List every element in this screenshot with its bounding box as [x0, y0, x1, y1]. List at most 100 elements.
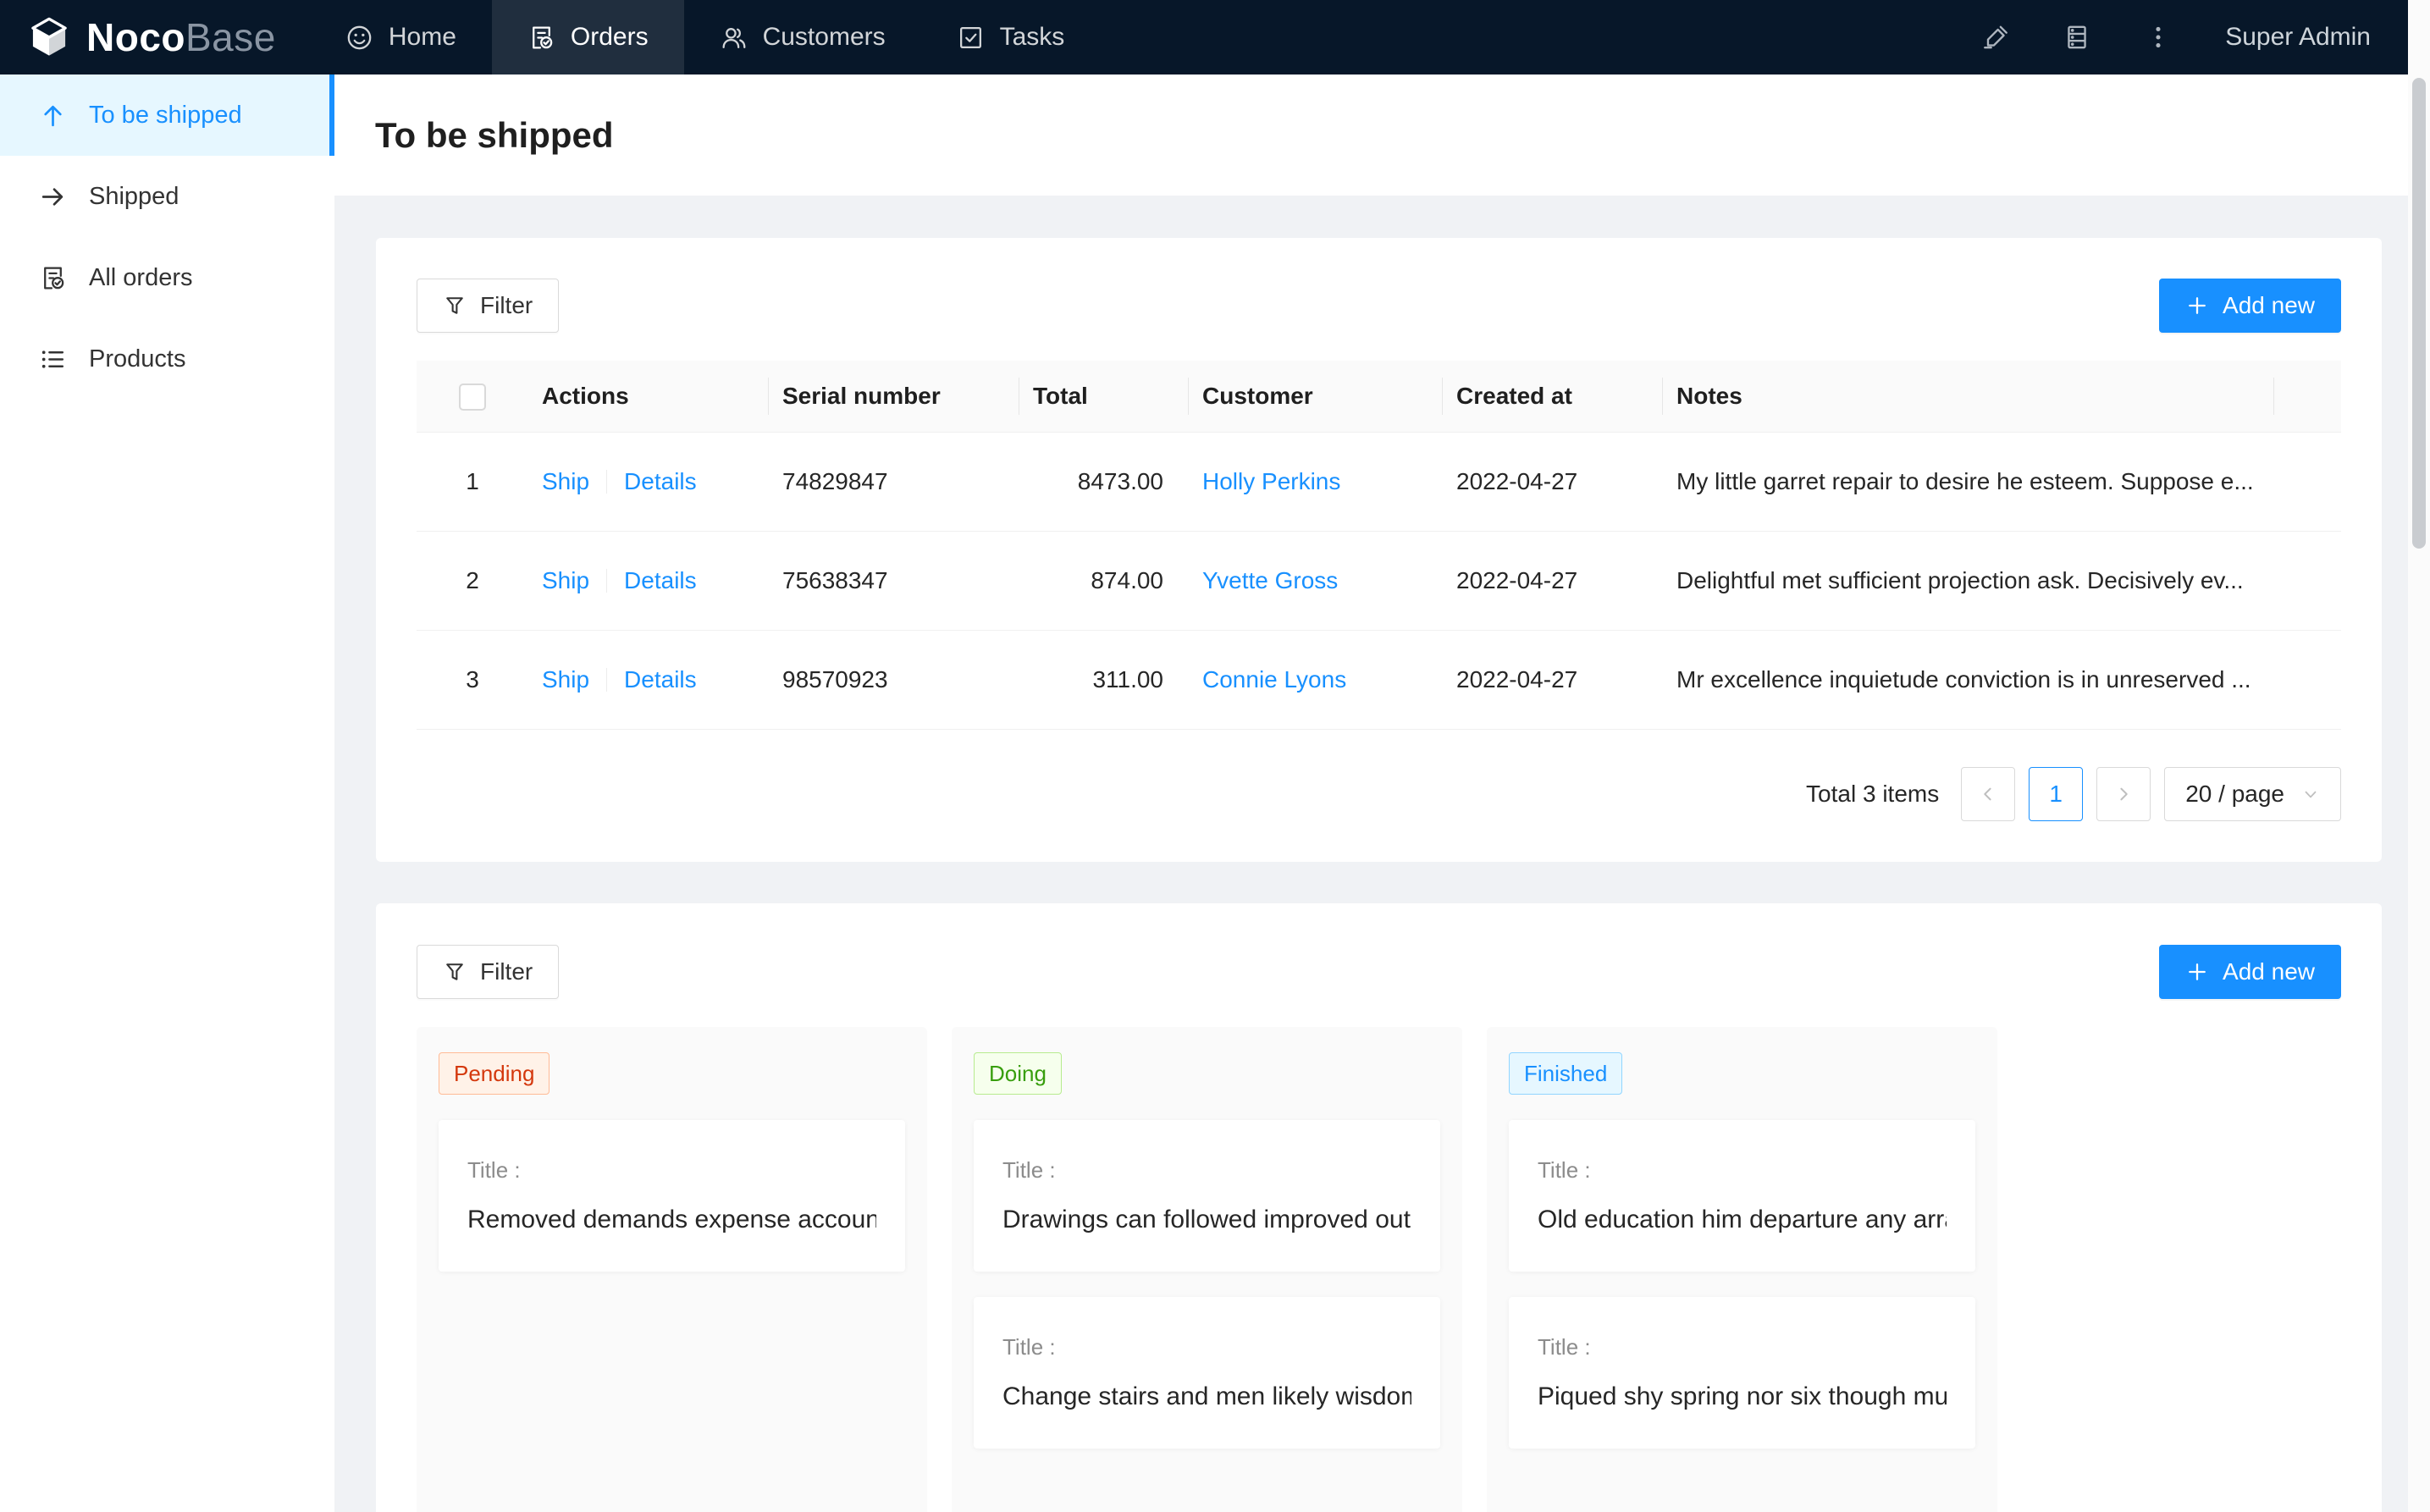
cell-empty — [2274, 531, 2341, 630]
tasks-filter-button[interactable]: Filter — [417, 945, 559, 999]
sidebar-item-shipped[interactable]: Shipped — [0, 156, 334, 237]
scrollbar-thumb[interactable] — [2412, 78, 2426, 549]
row-index: 2 — [417, 531, 528, 630]
nav-item-label: Home — [389, 23, 456, 52]
tasks-add-new-button[interactable]: Add new — [2159, 945, 2341, 999]
cell-empty — [2274, 630, 2341, 729]
kanban-column-finished: Finished Title :Old education him departu… — [1487, 1027, 1997, 1512]
cell-notes: Delightful met sufficient projection ask… — [1663, 531, 2274, 630]
sidebar-item-to-be-shipped[interactable]: To be shipped — [0, 74, 334, 156]
team-icon — [720, 24, 748, 52]
details-link[interactable]: Details — [624, 567, 697, 593]
column-header-label: Total — [1033, 383, 1088, 409]
column-header-label: Created at — [1456, 383, 1572, 409]
customer-link[interactable]: Holly Perkins — [1202, 468, 1340, 494]
nav-menu: Home Orders CustomersTasks — [310, 0, 1100, 74]
arrow-up-icon — [39, 102, 67, 130]
card-field-label: Title : — [1538, 1157, 1947, 1184]
user-menu[interactable]: Super Admin — [2225, 23, 2371, 52]
column-header-total: Total — [1019, 361, 1189, 432]
status-tag-doing: Doing — [974, 1052, 1062, 1095]
highlighter-icon[interactable] — [1981, 23, 2010, 52]
row-index: 3 — [417, 630, 528, 729]
kanban-card[interactable]: Title : Change stairs and men likely wisd… — [974, 1297, 1440, 1449]
status-tag-finished: Finished — [1509, 1052, 1622, 1095]
tasks-toolbar: Filter Add new — [417, 945, 2341, 999]
column-header-created-at: Created at — [1443, 361, 1663, 432]
nav-item-customers[interactable]: Customers — [684, 0, 921, 74]
arrow-right-icon — [39, 183, 67, 211]
ship-link[interactable]: Ship — [542, 567, 589, 593]
pagination-next-button[interactable] — [2096, 767, 2151, 821]
filter-button-label: Filter — [480, 292, 533, 319]
kanban-card[interactable]: Title :Removed demands expense account i… — [439, 1120, 905, 1272]
sidebar-item-label: Shipped — [89, 183, 179, 211]
column-header-actions: Actions — [528, 361, 769, 432]
cell-serial-number: 75638347 — [769, 531, 1019, 630]
kanban-card[interactable]: Title : Piqued shy spring nor six though … — [1509, 1297, 1975, 1449]
kanban-card[interactable]: Title :Old education him departure any a… — [1509, 1120, 1975, 1272]
cell-notes: Mr excellence inquietude conviction is i… — [1663, 630, 2274, 729]
column-header-notes: Notes — [1663, 361, 2274, 432]
pagination: Total 3 items 1 20 / page — [417, 767, 2341, 821]
page-scrollbar[interactable] — [2408, 0, 2430, 1512]
card-field-label: Title : — [1002, 1334, 1411, 1360]
pagination-page-1[interactable]: 1 — [2029, 767, 2083, 821]
filter-icon — [443, 294, 467, 317]
app-logo-text: NocoBase — [86, 14, 276, 60]
cell-notes: My little garret repair to desire he est… — [1663, 432, 2274, 531]
add-new-button[interactable]: Add new — [2159, 279, 2341, 333]
nav-item-label: Orders — [571, 23, 649, 52]
select-all-header — [417, 361, 528, 432]
action-divider — [606, 668, 607, 692]
details-link[interactable]: Details — [624, 468, 697, 494]
database-icon[interactable] — [2063, 23, 2091, 52]
nav-item-tasks[interactable]: Tasks — [921, 0, 1101, 74]
sidebar-item-all-orders[interactable]: All orders — [0, 237, 334, 318]
tasks-filter-button-label: Filter — [480, 958, 533, 985]
column-header-label: Customer — [1202, 383, 1313, 409]
pagination-prev-button[interactable] — [1961, 767, 2015, 821]
add-new-button-label: Add new — [2223, 292, 2315, 319]
app-logo[interactable]: NocoBase — [0, 14, 310, 61]
action-divider — [606, 470, 607, 494]
kanban-column-doing: Doing Title :Drawings can followed improv… — [952, 1027, 1462, 1512]
customer-link[interactable]: Connie Lyons — [1202, 666, 1346, 693]
sidebar-item-label: All orders — [89, 264, 193, 292]
nocobase-cube-icon — [25, 14, 73, 61]
column-header-label: Notes — [1676, 383, 1742, 409]
orders-table: ActionsSerial numberTotalCustomerCreated… — [417, 361, 2341, 730]
main-content: To be shipped Filter Add n — [334, 74, 2408, 1512]
screen: NocoBase Home Orders CustomersTasks Super … — [0, 0, 2430, 1512]
details-link[interactable]: Details — [624, 666, 697, 693]
filter-button[interactable]: Filter — [417, 279, 559, 333]
cell-total: 874.00 — [1019, 531, 1189, 630]
sidebar-item-products[interactable]: Products — [0, 318, 334, 400]
cell-created-at: 2022-04-27 — [1443, 432, 1663, 531]
cell-customer: Connie Lyons — [1189, 630, 1443, 729]
cell-empty — [2274, 432, 2341, 531]
card-title-value: Change stairs and men likely wisdom ... — [1002, 1382, 1411, 1411]
more-vertical-icon[interactable] — [2144, 23, 2173, 52]
chevron-down-icon — [2301, 785, 2320, 803]
orders-toolbar: Filter Add new — [417, 279, 2341, 333]
kanban-card[interactable]: Title :Drawings can followed improved ou… — [974, 1120, 1440, 1272]
kanban-column-pending: Pending Title :Removed demands expense ac… — [417, 1027, 927, 1512]
nav-item-orders[interactable]: Orders — [492, 0, 684, 74]
select-all-checkbox[interactable] — [459, 384, 486, 411]
table-header-row: ActionsSerial numberTotalCustomerCreated… — [417, 361, 2341, 432]
page-size-select[interactable]: 20 / page — [2164, 767, 2341, 821]
card-field-label: Title : — [1002, 1157, 1411, 1184]
action-divider — [606, 569, 607, 593]
status-tag-pending: Pending — [439, 1052, 550, 1095]
ship-link[interactable]: Ship — [542, 666, 589, 693]
customer-link[interactable]: Yvette Gross — [1202, 567, 1338, 593]
ship-link[interactable]: Ship — [542, 468, 589, 494]
chevron-left-icon — [1978, 784, 1998, 804]
column-header-empty — [2274, 361, 2341, 432]
top-navbar: NocoBase Home Orders CustomersTasks Super … — [0, 0, 2408, 74]
tasks-block: Filter Add new Pending Title :Removed dem… — [376, 903, 2382, 1512]
card-field-label: Title : — [1538, 1334, 1947, 1360]
card-title-value: Piqued shy spring nor six though mut... — [1538, 1382, 1947, 1411]
nav-item-home[interactable]: Home — [310, 0, 492, 74]
